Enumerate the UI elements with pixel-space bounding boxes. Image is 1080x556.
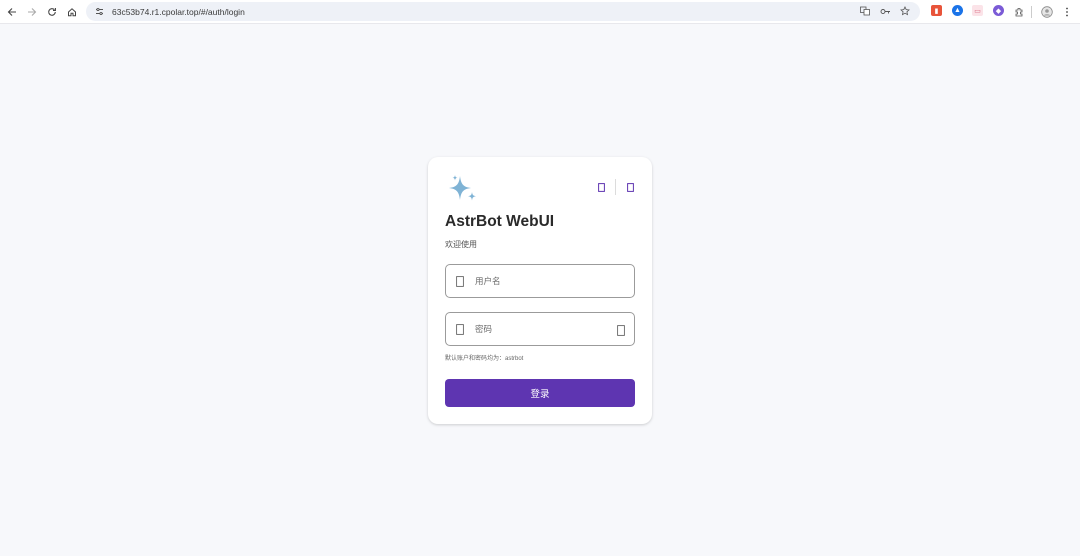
page-title: AstrBot WebUI [445, 213, 555, 230]
eye-icon[interactable] [616, 324, 626, 336]
extension-icon[interactable]: ▮ [931, 5, 942, 16]
login-card: AstrBot WebUI 欢迎使用 默认账户和密码均为：astrbot 登录 [428, 157, 652, 424]
address-bar[interactable]: 63c53b74.r1.cpolar.top/#/auth/login [86, 2, 920, 21]
sparkle-icon [446, 172, 480, 206]
divider [615, 179, 616, 195]
profile-icon[interactable] [1037, 2, 1057, 22]
extension-icon[interactable]: ◆ [993, 5, 1004, 16]
password-input[interactable] [475, 324, 605, 334]
translate-icon[interactable] [858, 4, 872, 18]
default-credentials-hint: 默认账户和密码均为：astrbot [445, 356, 524, 362]
theme-toggle-icon[interactable] [593, 179, 609, 195]
extension-icon[interactable]: ▲ [952, 5, 963, 16]
toolbar-divider [1031, 6, 1032, 18]
password-key-icon[interactable] [878, 4, 892, 18]
forward-icon[interactable] [22, 2, 42, 22]
menu-icon[interactable] [1057, 2, 1077, 22]
extensions-icon[interactable] [1009, 2, 1029, 22]
user-icon [455, 275, 465, 287]
login-button[interactable]: 登录 [445, 379, 635, 407]
card-toolbar [593, 179, 638, 195]
welcome-subtitle: 欢迎使用 [445, 240, 477, 249]
url-text[interactable]: 63c53b74.r1.cpolar.top/#/auth/login [112, 7, 245, 17]
site-settings-icon[interactable] [92, 5, 106, 19]
extension-icon[interactable]: ▭ [972, 5, 983, 16]
username-input[interactable] [475, 276, 605, 286]
back-icon[interactable] [2, 2, 22, 22]
lock-icon [455, 323, 465, 335]
username-field[interactable] [445, 264, 635, 298]
browser-toolbar: 63c53b74.r1.cpolar.top/#/auth/login ▮ ▲ … [0, 0, 1080, 24]
home-icon[interactable] [62, 2, 82, 22]
language-icon[interactable] [622, 179, 638, 195]
password-field[interactable] [445, 312, 635, 346]
bookmark-star-icon[interactable] [898, 4, 912, 18]
reload-icon[interactable] [42, 2, 62, 22]
